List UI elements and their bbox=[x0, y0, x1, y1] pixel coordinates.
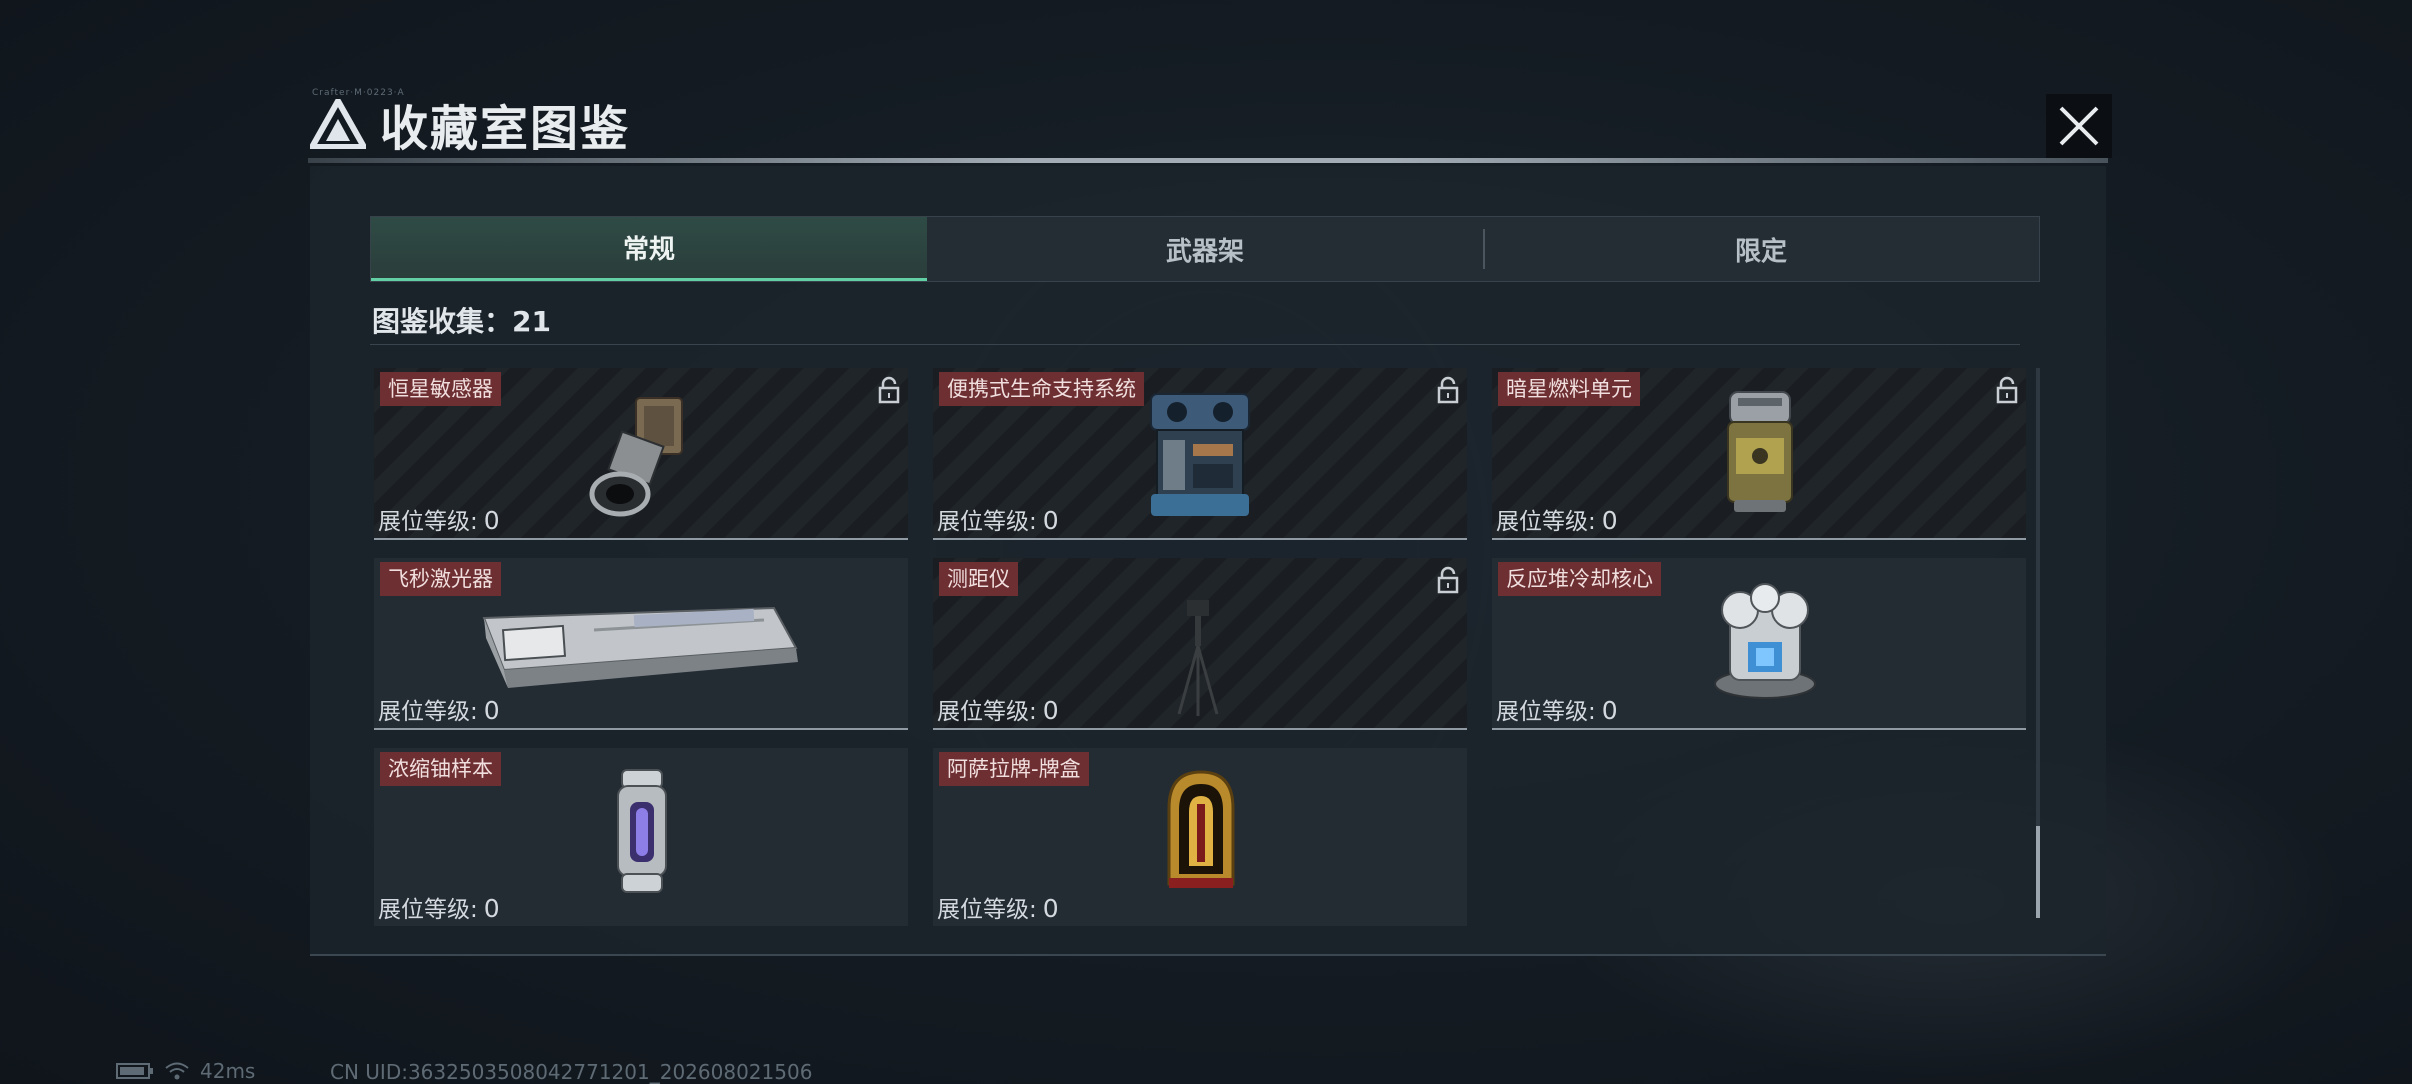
item-card[interactable]: 暗星燃料单元 展位等级: 0 bbox=[1492, 368, 2026, 540]
battery-icon bbox=[116, 1063, 153, 1079]
card-box-icon bbox=[1167, 770, 1235, 888]
scrollbar-thumb[interactable] bbox=[2036, 826, 2040, 918]
uid-text: CN UID:3632503508042771201_202608021506 bbox=[330, 1060, 813, 1084]
lock-icon bbox=[1437, 376, 1459, 404]
item-card[interactable]: 阿萨拉牌-牌盒 展位等级: 0 bbox=[933, 748, 1467, 926]
item-level: 展位等级: 0 bbox=[937, 894, 1059, 923]
close-button[interactable] bbox=[2046, 94, 2112, 158]
item-level: 展位等级: 0 bbox=[1496, 696, 1618, 725]
tab-regular[interactable]: 常规 bbox=[371, 217, 927, 281]
rangefinder-icon bbox=[1177, 600, 1219, 716]
item-level: 展位等级: 0 bbox=[378, 696, 500, 725]
reactor-core-icon bbox=[1714, 583, 1816, 699]
fuel-cell-icon bbox=[1727, 391, 1793, 512]
item-card[interactable]: 测距仪 展位等级: 0 bbox=[933, 558, 1467, 730]
item-name: 反应堆冷却核心 bbox=[1498, 562, 1661, 596]
life-support-icon bbox=[1150, 393, 1250, 516]
item-card[interactable]: 飞秒激光器 展位等级: 0 bbox=[374, 558, 908, 730]
item-level: 展位等级: 0 bbox=[937, 696, 1059, 725]
uranium-sample-icon bbox=[617, 769, 667, 893]
page-title: 收藏室图鉴 bbox=[380, 101, 631, 157]
collection-count: 图鉴收集：21 bbox=[372, 300, 551, 340]
tab-weapon-rack[interactable]: 武器架 bbox=[927, 217, 1483, 281]
item-card[interactable]: 便携式生命支持系统 展位等级: 0 bbox=[933, 368, 1467, 540]
header-divider bbox=[308, 158, 2108, 163]
lock-icon bbox=[1996, 376, 2018, 404]
item-card[interactable]: 恒星敏感器 展位等级: 0 bbox=[374, 368, 908, 540]
item-level: 展位等级: 0 bbox=[378, 894, 500, 923]
item-level: 展位等级: 0 bbox=[937, 506, 1059, 535]
delta-logo-icon bbox=[310, 99, 366, 149]
item-name: 测距仪 bbox=[939, 562, 1018, 596]
item-level: 展位等级: 0 bbox=[1496, 506, 1618, 535]
title-bar: 收藏室图鉴 bbox=[310, 90, 630, 158]
lock-icon bbox=[1437, 566, 1459, 594]
item-name: 恒星敏感器 bbox=[380, 372, 501, 406]
wifi-icon bbox=[165, 1062, 189, 1080]
collection-divider bbox=[370, 344, 2020, 345]
close-icon bbox=[2059, 106, 2099, 146]
femtosecond-laser-icon bbox=[482, 606, 798, 688]
collection-panel: 常规 武器架 限定 图鉴收集：21 恒星敏感器 展位等级: 0 便携式生命支持系… bbox=[310, 166, 2106, 956]
item-card[interactable]: 浓缩铀样本 展位等级: 0 bbox=[374, 748, 908, 926]
star-sensor-icon bbox=[589, 397, 683, 517]
item-name: 阿萨拉牌-牌盒 bbox=[939, 752, 1089, 786]
item-level: 展位等级: 0 bbox=[378, 506, 500, 535]
item-name: 暗星燃料单元 bbox=[1498, 372, 1640, 406]
lock-icon bbox=[878, 376, 900, 404]
collection-label: 图鉴收集： bbox=[372, 305, 513, 338]
ping-text: 42ms bbox=[200, 1059, 256, 1083]
item-grid: 恒星敏感器 展位等级: 0 便携式生命支持系统 展位等级: 0 暗星燃料单元 展… bbox=[374, 368, 2026, 926]
status-bar: 42ms bbox=[116, 1059, 256, 1083]
item-name: 浓缩铀样本 bbox=[380, 752, 501, 786]
item-card[interactable]: 反应堆冷却核心 展位等级: 0 bbox=[1492, 558, 2026, 730]
tab-bar: 常规 武器架 限定 bbox=[370, 216, 2040, 282]
collection-value: 21 bbox=[512, 305, 551, 338]
item-name: 便携式生命支持系统 bbox=[939, 372, 1144, 406]
tab-limited[interactable]: 限定 bbox=[1483, 217, 2039, 281]
